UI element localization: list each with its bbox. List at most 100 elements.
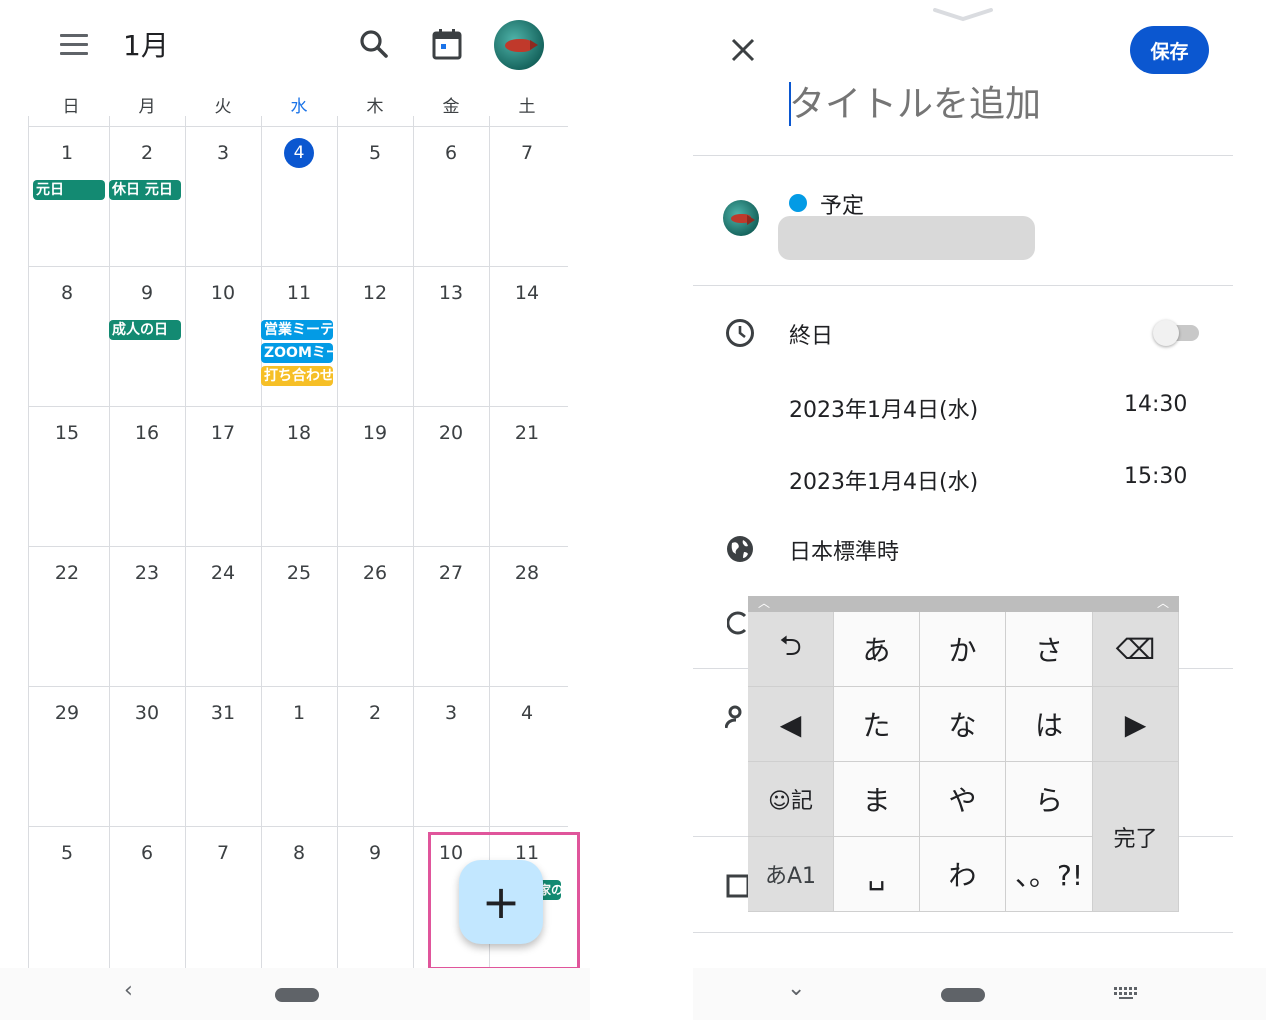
key-na[interactable]: な <box>920 687 1006 762</box>
day-cell-number[interactable]: 27 <box>413 562 489 584</box>
key-backspace[interactable]: ⌫ <box>1093 612 1179 687</box>
event-chip[interactable]: 打ち合わせ <box>261 366 333 386</box>
day-cell-number[interactable]: 9 <box>337 842 413 864</box>
day-cell-number[interactable]: 4 <box>489 702 565 724</box>
event-chip[interactable]: 元日 <box>33 180 105 200</box>
grid-line <box>185 116 186 968</box>
day-cell-number[interactable]: 6 <box>413 142 489 164</box>
end-date[interactable]: 2023年1月4日(水) <box>789 464 978 496</box>
weekday-label: 月 <box>138 97 156 117</box>
all-day-toggle[interactable] <box>1153 320 1201 346</box>
day-cell-number[interactable]: 7 <box>185 842 261 864</box>
event-chip[interactable]: ZOOMミー <box>261 343 333 363</box>
day-cell-number[interactable]: 1 <box>261 702 337 724</box>
start-date[interactable]: 2023年1月4日(水) <box>789 392 978 424</box>
globe-icon <box>727 536 753 562</box>
key-ra[interactable]: ら <box>1006 762 1093 837</box>
key-undo[interactable]: ⮌ <box>748 612 834 687</box>
day-cell-number[interactable]: 17 <box>185 422 261 444</box>
day-cell-number[interactable]: 11 <box>261 282 337 304</box>
back-icon[interactable]: ‹ <box>124 978 133 1003</box>
event-chip[interactable]: 営業ミーテ <box>261 320 333 340</box>
end-time[interactable]: 15:30 <box>1124 464 1187 489</box>
chevron-up-icon[interactable]: ︿ <box>1157 594 1169 611</box>
checkbox-icon <box>726 874 748 898</box>
day-cell-number[interactable]: 7 <box>489 142 565 164</box>
timezone[interactable]: 日本標準時 <box>789 534 899 566</box>
key-ya[interactable]: や <box>920 762 1006 837</box>
day-cell-number[interactable]: 4 <box>261 138 337 168</box>
day-cell-number[interactable]: 25 <box>261 562 337 584</box>
key-a[interactable]: あ <box>834 612 920 687</box>
start-time[interactable]: 14:30 <box>1124 392 1187 417</box>
chevron-down-icon[interactable] <box>933 8 993 22</box>
day-cell-number[interactable]: 22 <box>29 562 105 584</box>
calendar-screen: 1月 日月火水木金土 1 2 3 4 5 6 7 8 9 10 11 12 13 14 15 16 17 18 19… <box>0 0 590 1020</box>
day-cell-number[interactable]: 5 <box>337 142 413 164</box>
home-pill[interactable] <box>275 988 319 1002</box>
day-cell-number[interactable]: 10 <box>185 282 261 304</box>
day-cell-number[interactable]: 29 <box>29 702 105 724</box>
close-icon[interactable] <box>729 36 757 64</box>
today-icon[interactable] <box>432 28 462 60</box>
people-icon <box>725 705 742 729</box>
day-cell-number[interactable]: 15 <box>29 422 105 444</box>
key-done[interactable]: 完了 <box>1093 762 1179 912</box>
key-ma[interactable]: ま <box>834 762 920 837</box>
month-title[interactable]: 1月 <box>123 24 169 64</box>
day-cell-number[interactable]: 8 <box>261 842 337 864</box>
save-button[interactable]: 保存 <box>1130 26 1209 74</box>
key-emoji[interactable]: ☺記 <box>748 762 834 837</box>
key-right[interactable]: ▶ <box>1093 687 1179 762</box>
day-cell-number[interactable]: 18 <box>261 422 337 444</box>
day-cell-number[interactable]: 28 <box>489 562 565 584</box>
day-cell-number[interactable]: 26 <box>337 562 413 584</box>
event-chip[interactable]: 休日 元日 <box>109 180 181 200</box>
chevron-up-icon[interactable]: ︿ <box>758 594 770 611</box>
menu-icon[interactable] <box>60 34 90 56</box>
home-pill[interactable] <box>941 988 985 1002</box>
day-cell-number[interactable]: 1 <box>29 142 105 164</box>
day-cell-number[interactable]: 2 <box>337 702 413 724</box>
day-cell-number[interactable]: 5 <box>29 842 105 864</box>
day-cell-number[interactable]: 8 <box>29 282 105 304</box>
account-email-redacted <box>778 216 1035 260</box>
key-ta[interactable]: た <box>834 687 920 762</box>
day-cell-number[interactable]: 9 <box>109 282 185 304</box>
hide-keyboard-icon[interactable]: ⌄ <box>787 976 805 1001</box>
calendar-color-dot <box>789 194 807 212</box>
today-marker: 4 <box>284 138 314 168</box>
notification-icon <box>727 611 747 635</box>
day-cell-number[interactable]: 24 <box>185 562 261 584</box>
grid-line <box>109 116 110 968</box>
key-punct[interactable]: 、。?! <box>1006 837 1093 912</box>
search-icon[interactable] <box>358 28 390 60</box>
day-cell-number[interactable]: 3 <box>413 702 489 724</box>
day-cell-number[interactable]: 30 <box>109 702 185 724</box>
key-ka[interactable]: か <box>920 612 1006 687</box>
day-cell-number[interactable]: 16 <box>109 422 185 444</box>
day-cell-number[interactable]: 3 <box>185 142 261 164</box>
keyboard-icon[interactable] <box>1113 986 1139 1000</box>
key-sa[interactable]: さ <box>1006 612 1093 687</box>
day-cell-number[interactable]: 14 <box>489 282 565 304</box>
day-cell-number[interactable]: 6 <box>109 842 185 864</box>
key-wa[interactable]: わ <box>920 837 1006 912</box>
key-mode[interactable]: あA1 <box>748 837 834 912</box>
day-cell-number[interactable]: 2 <box>109 142 185 164</box>
create-event-button[interactable]: + <box>459 860 543 944</box>
weekday-label: 日 <box>62 97 80 117</box>
day-cell-number[interactable]: 21 <box>489 422 565 444</box>
day-cell-number[interactable]: 12 <box>337 282 413 304</box>
day-cell-number[interactable]: 31 <box>185 702 261 724</box>
key-ha[interactable]: は <box>1006 687 1093 762</box>
event-chip[interactable]: 成人の日 <box>109 320 181 340</box>
day-cell-number[interactable]: 23 <box>109 562 185 584</box>
day-cell-number[interactable]: 20 <box>413 422 489 444</box>
day-cell-number[interactable]: 19 <box>337 422 413 444</box>
key-space[interactable]: ␣ <box>834 837 920 912</box>
key-left[interactable]: ◀ <box>748 687 834 762</box>
day-cell-number[interactable]: 13 <box>413 282 489 304</box>
account-avatar[interactable] <box>494 20 544 70</box>
title-input[interactable] <box>789 78 1209 130</box>
